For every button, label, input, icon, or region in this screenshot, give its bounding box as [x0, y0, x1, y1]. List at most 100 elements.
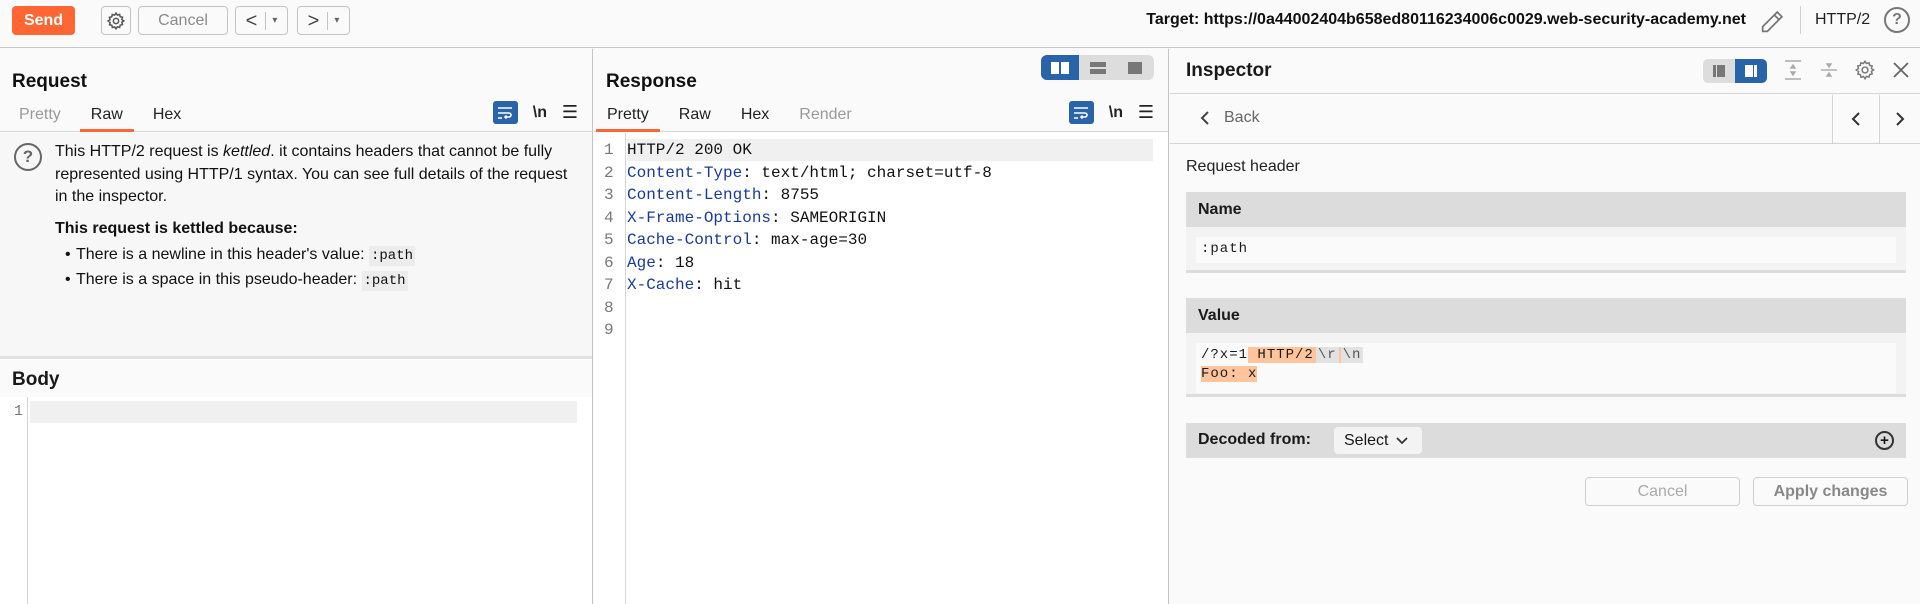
tab-raw[interactable]: Raw	[79, 103, 134, 132]
wrap-icon	[498, 106, 513, 119]
single-pane-icon	[1128, 61, 1143, 74]
wrap-icon	[1074, 106, 1089, 119]
header-value: : max-age=30	[751, 231, 868, 249]
tab-render[interactable]: Render	[788, 103, 862, 132]
line-number: 4	[604, 208, 614, 227]
word-wrap-toggle[interactable]	[1068, 101, 1094, 124]
kettled-reasons-title: This request is kettled because:	[55, 220, 298, 237]
section-label: Request header	[1186, 158, 1300, 175]
line-number: 1	[604, 141, 614, 159]
reason-text: There is a space in this pseudo-header:	[76, 271, 362, 288]
value-line-2: Foo: x	[1201, 365, 1891, 384]
close-inspector-button[interactable]	[1890, 57, 1912, 83]
value-highlight-line2: Foo: x	[1201, 366, 1258, 382]
value-plain: /?x=1	[1201, 347, 1249, 363]
request-tabs: Pretty Raw Hex	[8, 103, 200, 132]
value-highlight-text: HTTP/2	[1248, 347, 1314, 363]
request-panel: Request Pretty Raw Hex \n ☰ ? This HTTP/…	[0, 49, 593, 604]
target-url: Target: https://0a44002404b658ed80116234…	[1146, 11, 1746, 28]
code-line[interactable]: X-Cache: hit	[627, 274, 1153, 296]
protocol-label[interactable]: HTTP/2	[1815, 11, 1870, 29]
inspector-layout-expanded[interactable]	[1735, 59, 1767, 83]
body-title: Body	[12, 369, 60, 390]
reason-text: There is a newline in this header's valu…	[76, 246, 369, 263]
code-line[interactable]: HTTP/2 200 OK	[627, 139, 1153, 161]
request-header: Request Pretty Raw Hex \n ☰	[0, 49, 592, 132]
inspector-settings-button[interactable]	[1854, 57, 1876, 83]
header-name-field[interactable]: :path	[1196, 237, 1896, 263]
expand-all-button[interactable]	[1782, 57, 1804, 83]
code-line[interactable]	[627, 319, 1153, 341]
help-icon[interactable]: ?	[1884, 7, 1910, 33]
close-icon	[1893, 62, 1909, 78]
code-line[interactable]: Content-Length: 8755	[627, 184, 1153, 206]
line-number: 8	[604, 298, 614, 317]
edit-target-button[interactable]	[1758, 8, 1786, 36]
request-title: Request	[12, 71, 87, 92]
layout-tabs[interactable]	[1116, 55, 1154, 80]
response-title: Response	[606, 71, 697, 92]
back-button[interactable]: Back	[1200, 109, 1260, 127]
word-wrap-toggle[interactable]	[492, 101, 518, 124]
expand-icon	[1785, 60, 1801, 80]
tab-pretty[interactable]: Pretty	[8, 103, 72, 132]
tab-hex[interactable]: Hex	[142, 103, 192, 132]
sidebar-right-icon	[1745, 65, 1757, 77]
inspector-cancel-button[interactable]: Cancel	[1585, 477, 1740, 506]
send-button[interactable]: Send	[12, 6, 75, 35]
tab-raw[interactable]: Raw	[668, 103, 722, 132]
code-line[interactable]: Cache-Control: max-age=30	[627, 229, 1153, 251]
kettled-notice: ? This HTTP/2 request is kettled. it con…	[0, 133, 592, 359]
kettled-reason: There is a space in this pseudo-header: …	[65, 271, 408, 291]
header-name: Cache-Control	[627, 231, 752, 249]
history-forward-button[interactable]: > ▾	[297, 6, 350, 35]
next-item-button[interactable]	[1879, 95, 1920, 143]
dropdown-caret-icon[interactable]: ▾	[334, 15, 339, 26]
layout-stacked[interactable]	[1079, 55, 1117, 80]
header-value: HTTP/2 200 OK	[627, 141, 752, 159]
top-toolbar: Send Cancel < ▾ > ▾ Target: https://0a44…	[0, 0, 1920, 48]
cancel-button[interactable]: Cancel	[138, 6, 228, 35]
tab-hex[interactable]: Hex	[730, 103, 780, 132]
response-header: Response Pretty Raw Hex Render \n ☰	[594, 49, 1168, 132]
decoded-from-select[interactable]: Select	[1334, 427, 1422, 454]
collapse-all-button[interactable]	[1818, 57, 1840, 83]
header-value: : SAMEORIGIN	[771, 208, 887, 227]
layout-side-by-side[interactable]	[1041, 55, 1079, 80]
apply-changes-button[interactable]: Apply changes	[1753, 477, 1908, 506]
dropdown-caret-icon[interactable]: ▾	[272, 15, 277, 26]
line-number: 7	[604, 276, 614, 294]
tab-pretty[interactable]: Pretty	[596, 103, 660, 132]
response-view-tools: \n ☰	[1068, 101, 1154, 124]
add-icon[interactable]: +	[1875, 431, 1894, 450]
newline-marker: \n	[1340, 347, 1364, 363]
send-settings-button[interactable]	[101, 6, 131, 35]
code-line[interactable]: Age: 18	[627, 252, 1153, 274]
response-panel: Response Pretty Raw Hex Render \n ☰ 1 HTT…	[594, 49, 1169, 604]
code-line[interactable]: Content-Type: text/html; charset=utf-8	[627, 162, 1153, 184]
kettled-reason: There is a newline in this header's valu…	[65, 246, 416, 266]
inspector-panel: Inspector Back Request header Name:path…	[1170, 49, 1920, 604]
show-newlines-toggle[interactable]: \n	[530, 104, 550, 122]
show-newlines-toggle[interactable]: \n	[1106, 104, 1126, 122]
rows-icon	[1089, 61, 1106, 74]
inspector-title: Inspector	[1186, 60, 1272, 81]
code-line[interactable]	[627, 297, 1153, 319]
select-value: Select	[1344, 431, 1389, 449]
history-back-button[interactable]: < ▾	[235, 6, 288, 35]
response-editor[interactable]: 1 HTTP/2 200 OK 2 Content-Type: text/html; …	[594, 133, 1168, 604]
body-editor[interactable]: 1	[0, 397, 592, 604]
line-number: 1	[14, 403, 24, 420]
sidebar-left-icon	[1713, 65, 1725, 77]
inspector-layout-collapsed[interactable]	[1703, 59, 1735, 83]
header-value-field[interactable]: /?x=1 HTTP/2 \r \n Foo: x	[1196, 343, 1896, 393]
columns-icon	[1050, 61, 1069, 74]
previous-item-button[interactable]	[1832, 95, 1879, 143]
hamburger-menu-icon[interactable]: ☰	[1138, 102, 1154, 123]
chevron-left-icon: <	[245, 9, 258, 32]
hamburger-menu-icon[interactable]: ☰	[562, 102, 578, 123]
value-line-1: /?x=1 HTTP/2 \r \n	[1201, 346, 1891, 365]
code-line[interactable]: X-Frame-Options: SAMEORIGIN	[627, 207, 1153, 229]
back-label: Back	[1224, 109, 1260, 126]
body-line[interactable]	[30, 401, 577, 423]
